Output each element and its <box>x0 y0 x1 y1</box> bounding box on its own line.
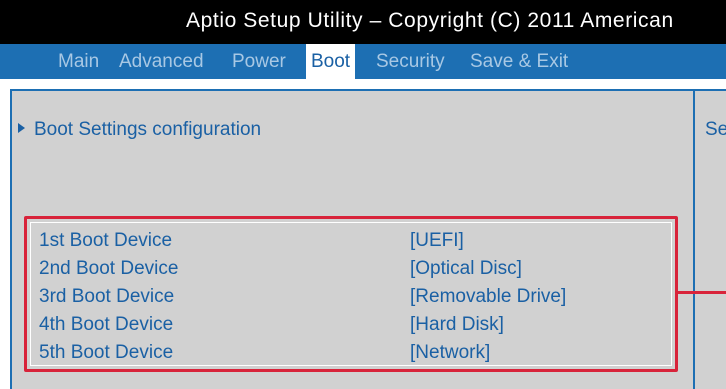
boot-device-label: 1st Boot Device <box>39 230 173 251</box>
tab-advanced[interactable]: Advanced <box>119 44 204 79</box>
boot-device-label: 2nd Boot Device <box>39 258 179 279</box>
callout-line <box>677 291 726 294</box>
boot-device-value[interactable]: [Removable Drive] <box>410 286 566 308</box>
tab-save-exit[interactable]: Save & Exit <box>470 44 568 79</box>
tab-security[interactable]: Security <box>376 44 445 79</box>
boot-device-label: 5th Boot Device <box>39 342 174 363</box>
boot-device-value[interactable]: [Optical Disc] <box>410 258 522 280</box>
tab-boot[interactable]: Boot <box>306 44 356 79</box>
boot-device-row[interactable]: 5th Boot Device [Network] <box>39 342 490 364</box>
triangle-right-icon <box>18 123 25 133</box>
boot-device-label: 4th Boot Device <box>39 314 174 335</box>
boot-device-row[interactable]: 3rd Boot Device [Removable Drive] <box>39 286 566 308</box>
title-bar: Aptio Setup Utility – Copyright (C) 2011… <box>0 0 726 44</box>
submenu-label: Boot Settings configuration <box>34 119 262 140</box>
boot-device-value[interactable]: [Hard Disk] <box>410 314 504 336</box>
help-panel-text: Se <box>705 119 726 140</box>
boot-device-value[interactable]: [Network] <box>410 342 490 364</box>
boot-settings-submenu[interactable]: Boot Settings configuration <box>18 119 261 141</box>
boot-device-row[interactable]: 1st Boot Device [UEFI] <box>39 230 464 252</box>
boot-device-row[interactable]: 2nd Boot Device [Optical Disc] <box>39 258 522 280</box>
tab-bar: Main Advanced Power Boot Security Save &… <box>0 44 726 79</box>
boot-device-value[interactable]: [UEFI] <box>410 230 464 252</box>
window-title: Aptio Setup Utility – Copyright (C) 2011… <box>186 9 674 32</box>
boot-device-row[interactable]: 4th Boot Device [Hard Disk] <box>39 314 504 336</box>
tab-power[interactable]: Power <box>232 44 286 79</box>
boot-device-label: 3rd Boot Device <box>39 286 175 307</box>
panel-divider <box>693 89 695 389</box>
tab-main[interactable]: Main <box>58 44 99 79</box>
